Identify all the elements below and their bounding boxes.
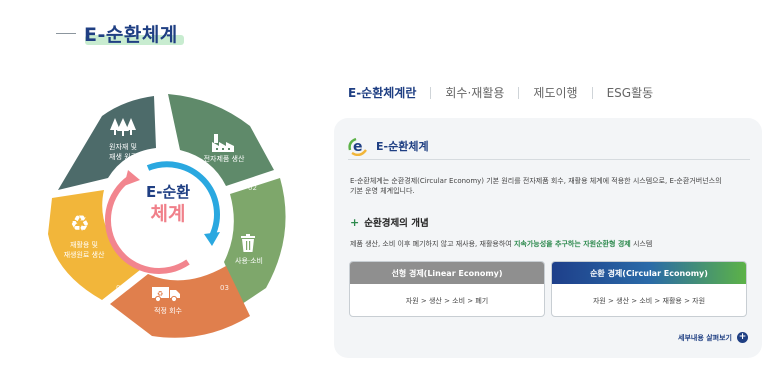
plus-icon: + [350, 215, 360, 229]
circular-economy-card: 순환 경제(Circular Economy) 자원 > 생산 > 소비 > 재… [551, 261, 747, 317]
segment-label-production: 전자제품 생산 [203, 155, 245, 163]
tab-e-cycle-intro[interactable]: E-순환체계란 [348, 84, 416, 101]
section-title-text: 순환경제의 개념 [364, 218, 429, 229]
panel-header: e E-순환체계 [348, 132, 750, 160]
tab-divider [518, 86, 520, 99]
center-title-top: E-순환 [145, 183, 191, 201]
tab-compliance[interactable]: 제도이행 [533, 84, 577, 101]
panel-description: E-순환체계는 순환경제(Circular Economy) 기본 원리를 전자… [350, 177, 722, 195]
view-details-link[interactable]: 세부내용 살펴보기 + [678, 332, 748, 343]
segment-label-raw-materials: 원자재 및 재생 원료 [109, 143, 137, 161]
linear-economy-title: 선형 경제(Linear Economy) [350, 262, 544, 284]
svg-text:♻: ♻ [157, 290, 163, 298]
view-details-label: 세부내용 살펴보기 [678, 333, 732, 342]
segment-label-use: 사용·소비 [235, 257, 263, 265]
section-title: + 순환경제의 개념 [350, 215, 429, 230]
plus-circle-icon: + [737, 332, 748, 343]
e-cycle-diagram: 01 02 03 04 05 ♻ ♻ 원자재 및 재생 원료 전자제품 생산 사… [44, 94, 292, 340]
section-tabs: E-순환체계란 회수·재활용 제도이행 ESG활동 [348, 84, 653, 101]
segment-number: 04 [116, 284, 125, 292]
page-title-area: E-순환체계 [56, 18, 184, 48]
title-dash-decoration [56, 32, 76, 34]
svg-text:♻: ♻ [70, 212, 90, 234]
linear-economy-flow: 자원 > 생산 > 소비 > 폐기 [405, 297, 489, 305]
info-panel: e E-순환체계 E-순환체계는 순환경제(Circular Economy) … [334, 118, 762, 358]
segment-number: 02 [248, 184, 257, 192]
circular-economy-title: 순환 경제(Circular Economy) [552, 262, 746, 284]
center-title-bottom: 체계 [150, 203, 186, 225]
section-description: 제품 생산, 소비 이후 폐기하지 않고 재사용, 재활용하여 지속가능성을 추… [350, 240, 653, 248]
circular-economy-flow: 자원 > 생산 > 소비 > 재활용 > 자원 [592, 297, 706, 305]
tab-collection-recycling[interactable]: 회수·재활용 [445, 84, 504, 101]
linear-economy-card: 선형 경제(Linear Economy) 자원 > 생산 > 소비 > 폐기 [349, 261, 545, 317]
panel-title: E-순환체계 [376, 139, 429, 153]
segment-number: 03 [220, 284, 229, 292]
segment-label-recycling: 재활용 및 재생원료 생산 [63, 241, 105, 259]
segment-number: 05 [82, 184, 91, 192]
tab-esg[interactable]: ESG활동 [607, 84, 654, 101]
segment-label-collection: 적정 회수 [154, 307, 182, 315]
segment-number: 01 [162, 124, 171, 132]
e-logo-icon: e [348, 136, 370, 156]
svg-text:e: e [353, 139, 363, 155]
tab-divider [430, 86, 432, 99]
cycle-center-title: E-순환 체계 [120, 182, 216, 226]
tab-divider [591, 86, 593, 99]
highlight-text: 지속가능성을 추구하는 자원순환형 경제 [513, 240, 631, 248]
page-title: E-순환체계 [84, 23, 178, 46]
